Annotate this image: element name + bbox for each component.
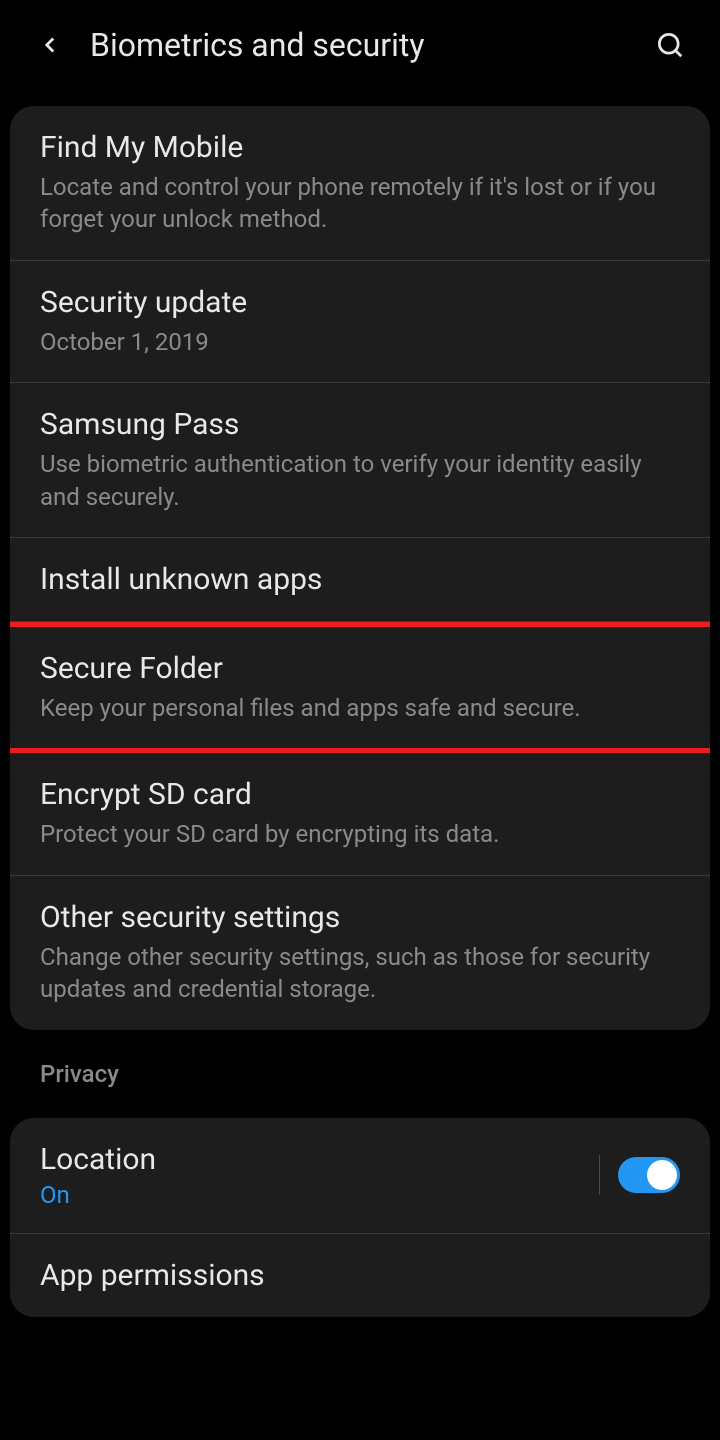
setting-title: Encrypt SD card <box>40 777 680 812</box>
setting-desc: Locate and control your phone remotely i… <box>40 171 680 236</box>
page-title: Biometrics and security <box>90 26 650 64</box>
setting-install-unknown-apps[interactable]: Install unknown apps <box>10 538 710 622</box>
setting-encrypt-sd-card[interactable]: Encrypt SD card Protect your SD card by … <box>10 753 710 875</box>
toggle-knob <box>647 1160 677 1190</box>
setting-desc: Keep your personal files and apps safe a… <box>40 692 680 724</box>
setting-title: Install unknown apps <box>40 562 680 597</box>
privacy-settings-card: Location On App permissions <box>10 1118 710 1317</box>
chevron-left-icon <box>37 32 63 58</box>
back-button[interactable] <box>30 25 70 65</box>
search-button[interactable] <box>650 25 690 65</box>
setting-title: Find My Mobile <box>40 130 680 165</box>
search-icon <box>655 30 685 60</box>
location-toggle[interactable] <box>618 1157 680 1193</box>
toggle-content: Location On <box>40 1142 581 1209</box>
setting-desc: Change other security settings, such as … <box>40 941 680 1006</box>
setting-security-update[interactable]: Security update October 1, 2019 <box>10 261 710 383</box>
setting-title: Samsung Pass <box>40 407 680 442</box>
setting-title: Secure Folder <box>40 651 680 686</box>
header: Biometrics and security <box>0 0 720 90</box>
setting-find-my-mobile[interactable]: Find My Mobile Locate and control your p… <box>10 106 710 261</box>
setting-samsung-pass[interactable]: Samsung Pass Use biometric authenticatio… <box>10 383 710 538</box>
setting-title: Location <box>40 1142 581 1177</box>
setting-desc: Use biometric authentication to verify y… <box>40 448 680 513</box>
setting-status: On <box>40 1181 581 1209</box>
setting-location[interactable]: Location On <box>10 1118 710 1234</box>
setting-other-security[interactable]: Other security settings Change other sec… <box>10 876 710 1030</box>
setting-title: App permissions <box>40 1258 680 1293</box>
divider <box>599 1155 600 1195</box>
section-label-privacy: Privacy <box>0 1030 720 1102</box>
setting-title: Other security settings <box>40 900 680 935</box>
setting-app-permissions[interactable]: App permissions <box>10 1234 710 1317</box>
setting-desc: October 1, 2019 <box>40 326 680 358</box>
setting-secure-folder[interactable]: Secure Folder Keep your personal files a… <box>10 622 710 753</box>
setting-title: Security update <box>40 285 680 320</box>
setting-desc: Protect your SD card by encrypting its d… <box>40 818 680 850</box>
security-settings-card: Find My Mobile Locate and control your p… <box>10 106 710 1030</box>
